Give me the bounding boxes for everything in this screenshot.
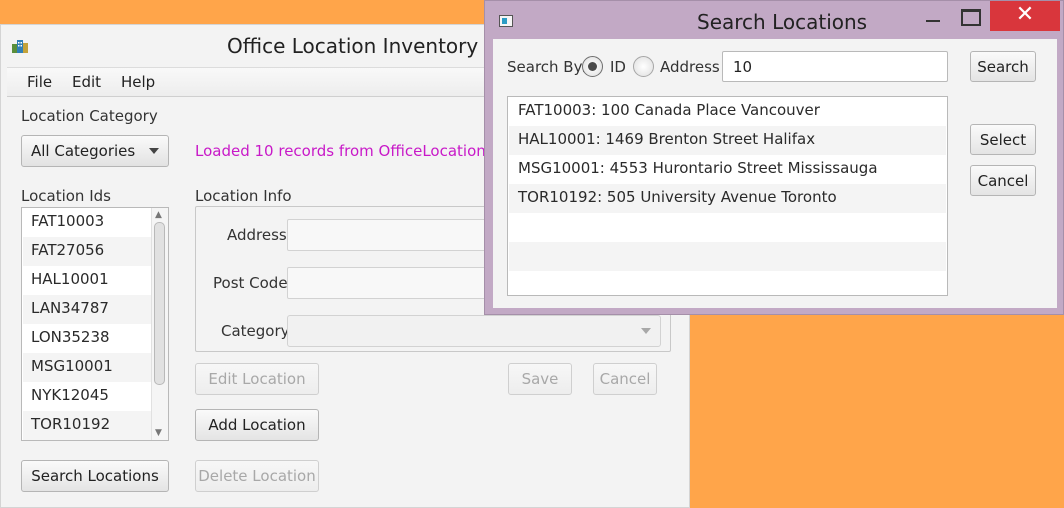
dialog-title: Search Locations — [697, 10, 868, 34]
chevron-down-icon — [149, 148, 159, 154]
edit-location-button[interactable]: Edit Location — [195, 363, 319, 395]
category-label: Category — [221, 322, 290, 340]
location-ids-label: Location Ids — [21, 187, 111, 205]
search-input[interactable] — [722, 51, 948, 82]
menu-file[interactable]: File — [27, 73, 52, 91]
category-filter-dropdown[interactable]: All Categories — [21, 135, 169, 167]
delete-location-button[interactable]: Delete Location — [195, 460, 319, 492]
search-button[interactable]: Search — [970, 51, 1036, 82]
minimize-button[interactable] — [919, 1, 949, 31]
radio-id[interactable] — [582, 56, 603, 77]
scroll-up-icon[interactable]: ▲ — [155, 210, 162, 220]
app-icon — [12, 40, 28, 53]
location-category-label: Location Category — [21, 107, 158, 125]
category-filter-value: All Categories — [31, 142, 136, 160]
cancel-button[interactable]: Cancel — [593, 363, 657, 395]
save-button[interactable]: Save — [508, 363, 572, 395]
list-item[interactable]: MSG10001: 4553 Hurontario Street Mississ… — [509, 155, 946, 184]
dialog-cancel-button[interactable]: Cancel — [970, 165, 1036, 196]
empty-row — [509, 213, 946, 242]
search-results-list[interactable]: FAT10003: 100 Canada Place Vancouver HAL… — [507, 96, 948, 296]
list-item[interactable]: LAN34787 — [23, 295, 151, 324]
list-item[interactable]: NYK12045 — [23, 382, 151, 411]
list-item[interactable]: HAL10001 — [23, 266, 151, 295]
search-locations-button[interactable]: Search Locations — [21, 460, 169, 492]
radio-id-label[interactable]: ID — [610, 58, 626, 76]
list-item[interactable]: TOR10192: 505 University Avenue Toronto — [509, 184, 946, 213]
list-item[interactable]: LON35238 — [23, 324, 151, 353]
scrollbar-thumb[interactable] — [154, 222, 165, 385]
empty-row — [509, 242, 946, 271]
list-item[interactable]: FAT10003: 100 Canada Place Vancouver — [509, 97, 946, 126]
maximize-button[interactable] — [955, 1, 985, 31]
category-dropdown[interactable] — [287, 315, 661, 347]
search-locations-dialog: Search Locations ✕ Search By: ID Address… — [484, 0, 1064, 315]
list-item[interactable]: MSG10001 — [23, 353, 151, 382]
list-item[interactable]: FAT10003 — [23, 208, 151, 237]
list-item[interactable]: HAL10001: 1469 Brenton Street Halifax — [509, 126, 946, 155]
post-code-label: Post Code — [213, 274, 288, 292]
list-item[interactable]: TOR10192 — [23, 411, 151, 440]
add-location-button[interactable]: Add Location — [195, 409, 319, 441]
status-message: Loaded 10 records from OfficeLocations.t… — [195, 142, 519, 160]
address-label: Address — [227, 226, 287, 244]
location-info-label: Location Info — [195, 187, 292, 205]
location-ids-list[interactable]: FAT10003 FAT27056 HAL10001 LAN34787 LON3… — [21, 207, 169, 441]
empty-row — [509, 271, 946, 295]
window-icon — [499, 15, 513, 27]
radio-address[interactable] — [633, 56, 654, 77]
location-ids-scrollbar[interactable]: ▲ ▼ — [151, 208, 168, 440]
close-button[interactable]: ✕ — [990, 1, 1060, 31]
dialog-content: Search By: ID Address Search FAT10003: 1… — [493, 39, 1057, 308]
scroll-down-icon[interactable]: ▼ — [155, 428, 162, 438]
main-window-title: Office Location Inventory — [227, 34, 479, 58]
menu-help[interactable]: Help — [121, 73, 155, 91]
list-item[interactable]: FAT27056 — [23, 237, 151, 266]
search-by-label: Search By: — [507, 58, 587, 76]
chevron-down-icon — [641, 328, 651, 334]
menu-edit[interactable]: Edit — [72, 73, 101, 91]
radio-address-label[interactable]: Address — [660, 58, 720, 76]
select-button[interactable]: Select — [970, 124, 1036, 155]
